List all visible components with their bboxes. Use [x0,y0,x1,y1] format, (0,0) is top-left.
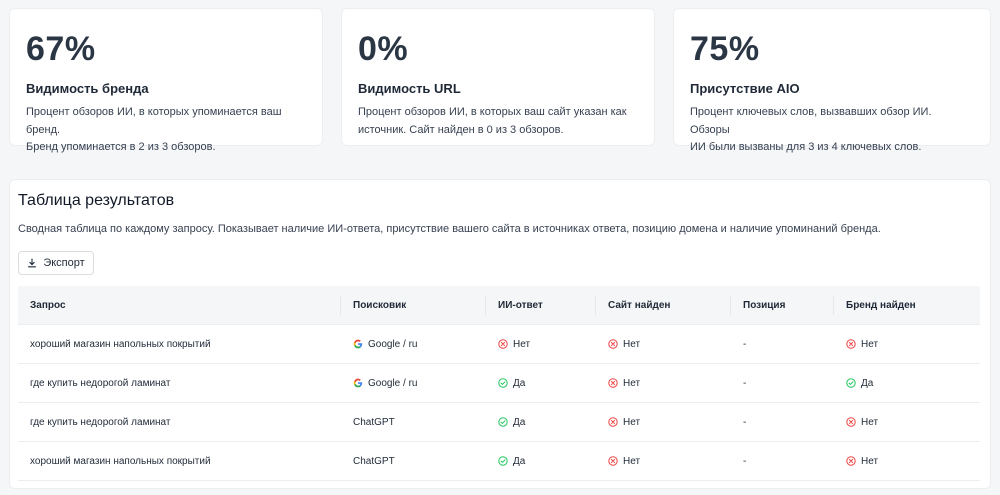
download-icon [27,258,37,268]
check-circle-icon [846,378,856,388]
metric-description: Процент ключевых слов, вызвавших обзор И… [690,104,974,157]
column-header-brand-found[interactable]: Бренд найден [846,286,916,324]
column-header-position[interactable]: Позиция [743,286,785,324]
cell-position: - [743,416,747,428]
metric-value: 0% [358,30,409,68]
cell-ai-answer-value: Да [513,455,526,467]
cell-brand-found-value: Нет [861,416,879,428]
cell-ai-answer-value: Да [513,416,526,428]
cell-engine-value: ChatGPT [353,455,395,467]
x-circle-icon [608,417,618,427]
cell-ai-answer-value: Нет [513,338,531,350]
cell-brand-found-value: Да [861,377,874,389]
column-divider [730,296,731,315]
cell-site-found-value: Нет [623,338,641,350]
metric-value: 67% [26,30,96,68]
check-circle-icon [498,456,508,466]
cell-site-found: Нет [608,325,640,363]
cell-brand-found-value: Нет [861,338,879,350]
cell-ai-answer: Да [498,364,525,402]
metric-title: Видимость URL [358,81,461,96]
metric-description-line: источник. Сайт найден в 0 из 3 обзоров. [358,123,564,136]
cell-engine-value: ChatGPT [353,416,395,428]
metric-description-line: Бренд упоминается в 2 из 3 обзоров. [26,141,216,153]
metric-description-line: Процент обзоров ИИ, в которых упоминаетс… [26,106,282,136]
metric-description-line: Процент ключевых слов, вызвавших обзор И… [690,106,932,136]
x-circle-icon [608,378,618,388]
cell-site-found-value: Нет [623,455,641,467]
export-button[interactable]: Экспорт [18,251,94,275]
cell-brand-found: Нет [846,325,878,363]
cell-engine-value: Google / ru [368,338,418,350]
cell-query: хороший магазин напольных покрытий [30,455,211,467]
column-header-site-found[interactable]: Сайт найден [608,286,670,324]
cell-site-found: Нет [608,364,640,402]
cell-engine: ChatGPT [353,403,395,441]
x-circle-icon [846,417,856,427]
cell-engine: Google / ru [353,325,417,363]
results-table: Запрос Поисковик ИИ-ответ Сайт найден По… [18,286,980,481]
metric-card-brand-visibility: 67% Видимость бренда Процент обзоров ИИ,… [9,8,323,153]
cell-position: - [743,455,747,467]
table-header-row: Запрос Поисковик ИИ-ответ Сайт найден По… [18,286,980,325]
column-header-ai-answer[interactable]: ИИ-ответ [498,286,543,324]
cell-brand-found-value: Нет [861,455,879,467]
metric-card-url-visibility: 0% Видимость URL Процент обзоров ИИ, в к… [341,8,655,146]
google-logo-icon [353,339,363,349]
x-circle-icon [846,456,856,466]
results-subtitle: Сводная таблица по каждому запросу. Пока… [18,223,881,235]
cell-query: где купить недорогой ламинат [30,377,171,389]
metric-description: Процент обзоров ИИ, в которых ваш сайт у… [358,104,638,139]
cell-engine: ChatGPT [353,442,395,480]
cell-ai-answer: Да [498,403,525,441]
cell-ai-answer-value: Да [513,377,526,389]
column-divider [595,296,596,315]
cell-site-found: Нет [608,403,640,441]
table-row[interactable]: хороший магазин напольных покрытий Google… [18,325,980,364]
cell-position: - [743,338,747,350]
check-circle-icon [498,378,508,388]
cell-brand-found: Нет [846,403,878,441]
metrics-row: 67% Видимость бренда Процент обзоров ИИ,… [9,8,991,153]
metric-description-line: Процент обзоров ИИ, в которых ваш сайт у… [358,106,627,118]
table-body: хороший магазин напольных покрытий Google… [18,325,980,481]
cell-brand-found: Нет [846,442,878,480]
metric-description-line: ИИ были вызваны для 3 из 4 ключевых слов… [690,141,922,153]
table-row[interactable]: хороший магазин напольных покрытий ChatGP… [18,442,980,481]
cell-engine: Google / ru [353,364,417,402]
cell-site-found-value: Нет [623,377,641,389]
check-circle-icon [498,417,508,427]
column-divider [833,296,834,315]
results-heading: Таблица результатов [18,192,175,209]
cell-brand-found: Да [846,364,873,402]
google-logo-icon [353,378,363,388]
column-header-query[interactable]: Запрос [30,286,66,324]
table-row[interactable]: где купить недорогой ламинат ChatGPT Да Нет… [18,403,980,442]
metric-title: Видимость бренда [26,81,149,96]
cell-query: хороший магазин напольных покрытий [30,338,211,350]
results-panel: Таблица результатов Сводная таблица по к… [9,179,991,489]
cell-site-found-value: Нет [623,416,641,428]
metric-card-aio-presence: 75% Присутствие AIO Процент ключевых сло… [673,8,991,153]
cell-engine-value: Google / ru [368,377,418,389]
x-circle-icon [498,339,508,349]
export-button-label: Экспорт [43,257,85,269]
metric-title: Присутствие AIO [690,81,800,96]
cell-site-found: Нет [608,442,640,480]
column-header-engine[interactable]: Поисковик [353,286,406,324]
cell-ai-answer: Нет [498,325,530,363]
x-circle-icon [846,339,856,349]
column-divider [340,296,341,315]
column-divider [485,296,486,315]
cell-query: где купить недорогой ламинат [30,416,171,428]
metric-description: Процент обзоров ИИ, в которых упоминаетс… [26,104,306,157]
x-circle-icon [608,456,618,466]
table-row[interactable]: где купить недорогой ламинат Google / ru Д… [18,364,980,403]
x-circle-icon [608,339,618,349]
cell-position: - [743,377,747,389]
cell-ai-answer: Да [498,442,525,480]
metric-value: 75% [690,30,760,68]
